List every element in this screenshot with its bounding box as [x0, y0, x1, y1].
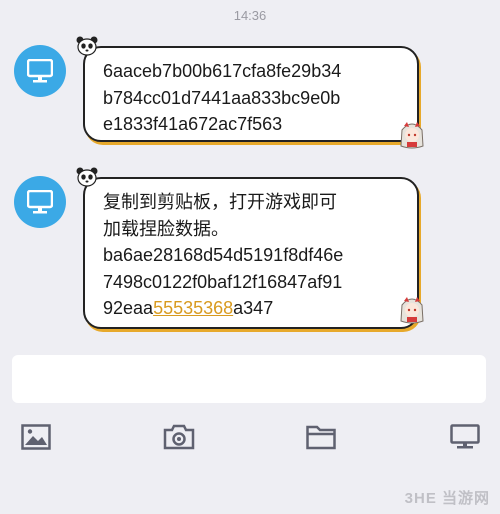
anime-girl-sticker-icon	[400, 122, 424, 149]
monitor-icon	[27, 190, 53, 214]
status-time: 14:36	[233, 8, 267, 23]
message-line-last: 92eaa55535368a347	[103, 295, 403, 322]
message-line: 复制到剪贴板，打开游戏即可	[103, 192, 337, 212]
anime-girl-sticker-icon	[400, 297, 424, 324]
message-text: 92eaa	[103, 298, 154, 318]
avatar[interactable]	[14, 45, 66, 97]
panda-sticker-icon	[76, 167, 98, 187]
message-line: 6aaceb7b00b617cfa8fe29b34	[103, 61, 342, 81]
folder-icon[interactable]	[306, 424, 336, 450]
message-line: b784cc01d7441aa833bc9e0b	[103, 87, 341, 108]
message-line: ba6ae28168d54d5191f8df46e	[103, 245, 344, 265]
monitor-icon[interactable]	[450, 424, 480, 450]
message-input[interactable]	[12, 355, 486, 403]
message-text: a347	[233, 298, 274, 318]
avatar[interactable]	[14, 176, 66, 228]
number-link[interactable]: 55535368	[153, 298, 233, 318]
message-line: 加载捏脸数据。	[103, 218, 229, 239]
message-bubble[interactable]: 6aaceb7b00b617cfa8fe29b34 b784cc01d7441a…	[83, 46, 419, 142]
panda-sticker-icon	[76, 36, 98, 56]
watermark: 3HE 当游网	[404, 490, 490, 507]
image-icon[interactable]	[21, 424, 51, 450]
message-line: 7498c0122f0baf12f16847af91	[103, 271, 343, 292]
monitor-icon	[27, 59, 53, 83]
camera-icon[interactable]	[163, 424, 195, 450]
message-line: e1833f41a672ac7f563	[103, 114, 283, 134]
message-bubble[interactable]: 复制到剪贴板，打开游戏即可 加载捏脸数据。 ba6ae28168d54d5191…	[83, 177, 419, 329]
